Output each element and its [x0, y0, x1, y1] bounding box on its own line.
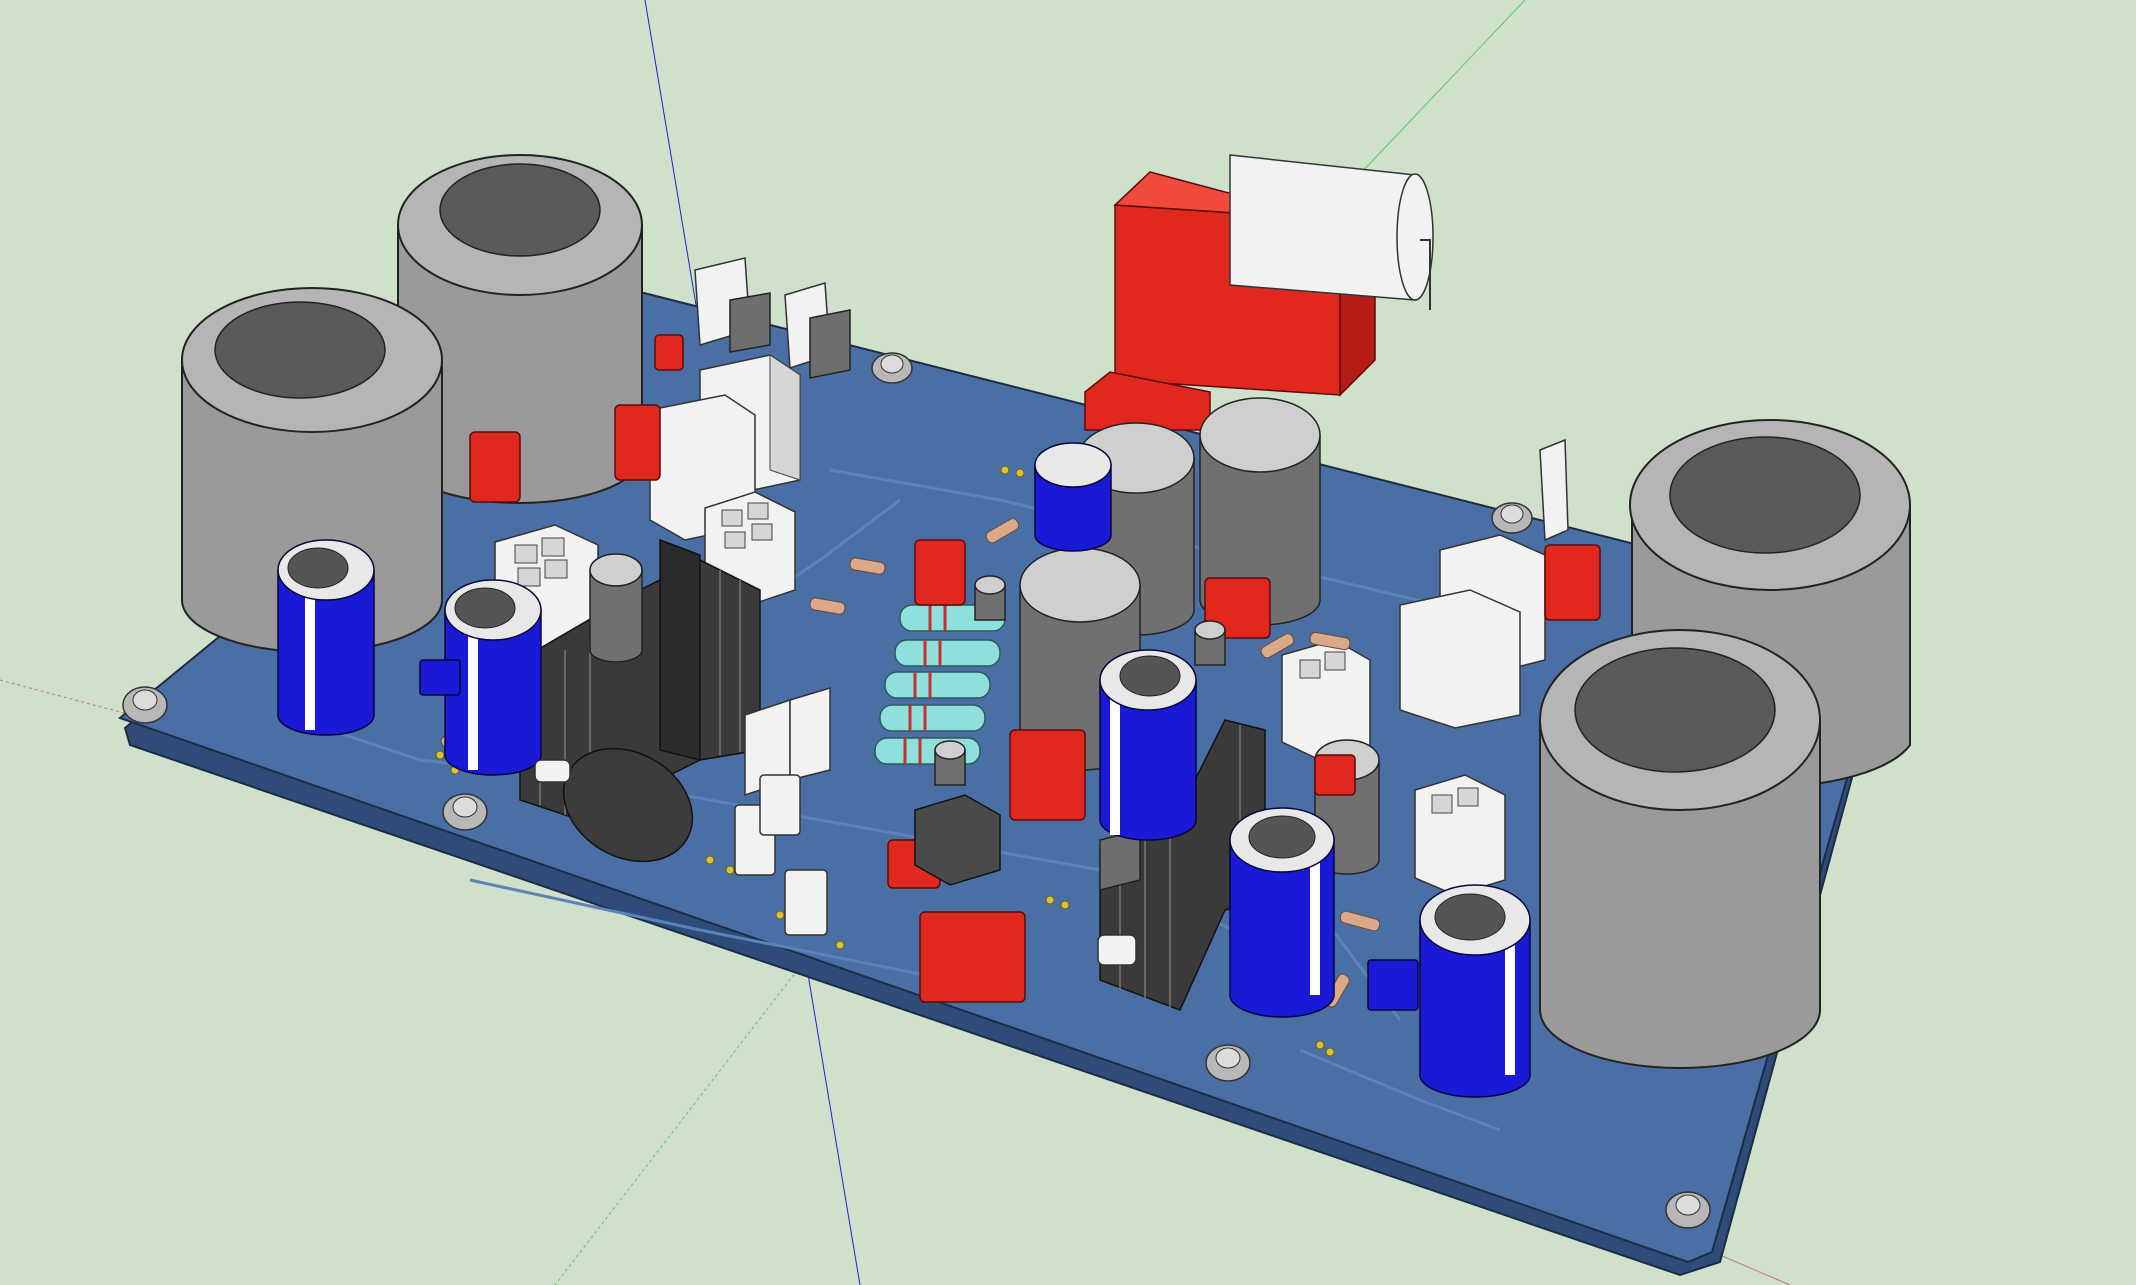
- 3d-model-viewport[interactable]: [0, 0, 2136, 1285]
- red-capacitor-small: [914, 539, 966, 606]
- blue-capacitor: [1099, 649, 1197, 841]
- blue-trimmer: [1367, 959, 1419, 1011]
- blue-trimmer: [419, 659, 461, 696]
- to92-transistor: [974, 575, 1006, 621]
- white-4pin-connector: [1414, 774, 1506, 896]
- to92-transistor: [934, 740, 966, 786]
- mounting-screw: [1205, 1044, 1251, 1082]
- red-capacitor-small: [654, 334, 684, 371]
- blue-capacitor: [277, 539, 375, 736]
- dark-capacitor: [589, 553, 643, 663]
- to92-transistor: [1194, 620, 1226, 666]
- dip-ic: [914, 794, 1001, 886]
- mounting-screw: [871, 352, 913, 384]
- red-capacitor-small: [1544, 544, 1601, 621]
- mounting-screw: [1491, 502, 1533, 534]
- white-connector: [1399, 589, 1521, 729]
- blue-capacitor: [1229, 807, 1335, 1018]
- blue-capacitor: [1034, 442, 1112, 552]
- red-capacitor-small: [919, 911, 1026, 1003]
- white-film-capacitor: [1229, 154, 1434, 310]
- red-capacitor-small: [469, 431, 521, 503]
- mounting-screw: [442, 793, 488, 831]
- red-capacitor-small: [614, 404, 661, 481]
- pcb-3d-scene: [0, 0, 2136, 1285]
- large-capacitor-front-right: [1539, 629, 1821, 1069]
- red-capacitor-small: [1009, 729, 1086, 821]
- red-capacitor-small: [1314, 754, 1356, 796]
- mounting-screw: [1665, 1191, 1711, 1229]
- to220-regulator: [1539, 438, 1569, 542]
- blue-capacitor: [1419, 884, 1531, 1098]
- mounting-screw: [122, 686, 168, 724]
